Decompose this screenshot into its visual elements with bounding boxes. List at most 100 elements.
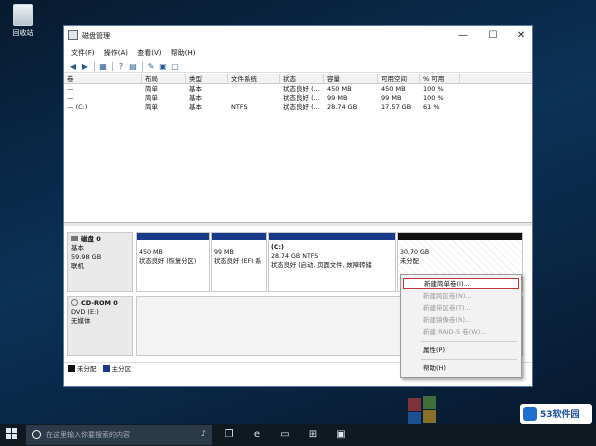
table-row[interactable]: — 简单 基本 状态良好 (... 450 MB 450 MB 100 % — [64, 85, 532, 94]
show-hide-tree-icon[interactable]: ▦ — [98, 62, 108, 71]
window-title: 磁盘管理 — [82, 32, 110, 40]
partition-recovery[interactable]: 450 MB 状态良好 (恢复分区) — [136, 232, 210, 292]
site-logo-icon — [523, 407, 537, 421]
menu-item-new-raid5-volume[interactable]: 新建 RAID-5 卷(W)... — [403, 327, 519, 338]
menu-item-new-mirrored-volume[interactable]: 新建镜像卷(R)... — [403, 315, 519, 326]
menu-action[interactable]: 操作(A) — [104, 47, 128, 59]
column-header-volume[interactable]: 卷 — [64, 74, 142, 84]
menu-bar: 文件(F) 操作(A) 查看(V) 帮助(H) — [64, 47, 532, 59]
file-explorer-icon[interactable]: ▭ — [276, 427, 294, 443]
menu-item-new-striped-volume[interactable]: 新建带区卷(T)... — [403, 303, 519, 314]
column-header-type[interactable]: 类型 — [186, 74, 228, 84]
partition-c-drive[interactable]: (C:) 28.74 GB NTFS 状态良好 (启动, 页面文件, 故障转储 — [268, 232, 396, 292]
start-button[interactable] — [6, 428, 18, 440]
partition-stripe — [212, 233, 266, 240]
cell-capacity: 99 MB — [327, 94, 348, 102]
cell-status: 状态良好 (... — [283, 85, 320, 93]
disk-type: 基本 — [71, 244, 84, 252]
toolbar-divider — [112, 62, 113, 71]
legend-label: 未分配 — [77, 365, 97, 373]
edge-browser-icon[interactable]: e — [248, 427, 266, 443]
store-icon[interactable]: ⊞ — [304, 427, 322, 443]
partition-stripe — [269, 233, 395, 240]
cell-percent-free: 100 % — [423, 94, 444, 102]
cell-filesystem: NTFS — [231, 103, 248, 111]
column-header-percent-free[interactable]: % 可用 — [420, 74, 460, 84]
site-logo-text: 53软件园 — [540, 410, 580, 420]
cell-volume: — (C:) — [67, 103, 88, 111]
menu-file[interactable]: 文件(F) — [71, 47, 95, 59]
close-button[interactable]: ✕ — [510, 28, 532, 43]
disk-0-label[interactable]: 磁盘 0 基本 59.98 GB 联机 — [67, 232, 133, 292]
windows-watermark-logo — [400, 392, 470, 425]
task-view-icon[interactable]: ❐ — [220, 427, 238, 443]
partition-efi[interactable]: 99 MB 状态良好 (EFI 系 — [211, 232, 267, 292]
column-header-capacity[interactable]: 容量 — [324, 74, 378, 84]
cell-filesystem — [228, 94, 231, 103]
recycle-bin-shortcut[interactable]: 回收站 — [8, 4, 38, 38]
minimize-button[interactable]: — — [452, 28, 474, 43]
back-arrow-icon[interactable]: ◀ — [68, 62, 78, 71]
windows-logo-icon — [6, 428, 11, 433]
partition-status: 状态良好 (EFI 系 — [214, 258, 262, 265]
legend-swatch-unallocated — [68, 365, 75, 372]
partition-stripe — [398, 233, 522, 240]
cell-volume: — — [67, 94, 74, 102]
toolbar: ◀ ▶ ▦ ? ▤ ✎ ▣ ▢ — [64, 60, 532, 73]
cdrom-0-label[interactable]: CD-ROM 0 DVD (E:) 无媒体 — [67, 296, 133, 356]
disk-drive-icon — [71, 236, 78, 241]
search-placeholder: 在这里输入你要搜索的内容 — [46, 431, 130, 439]
pane-splitter[interactable] — [64, 222, 532, 226]
recycle-bin-label: 回收站 — [12, 29, 34, 37]
menu-item-new-spanned-volume[interactable]: 新建跨区卷(N)... — [403, 291, 519, 302]
cell-type: 基本 — [189, 94, 202, 102]
menu-item-new-simple-volume[interactable]: 新建简单卷(I)... — [403, 278, 519, 289]
microphone-icon[interactable]: ♪ — [201, 429, 206, 438]
taskbar: 在这里输入你要搜索的内容 ♪ ❐ e ▭ ⊞ ▣ — [0, 424, 596, 446]
cell-type: 基本 — [189, 103, 202, 111]
rescan-icon[interactable]: ▢ — [170, 62, 180, 71]
cell-capacity: 450 MB — [327, 85, 352, 93]
refresh-icon[interactable]: ▣ — [158, 62, 168, 71]
partition-size: 99 MB — [214, 249, 234, 256]
cell-capacity: 28.74 GB — [327, 103, 358, 111]
table-row[interactable]: — (C:) 简单 基本 NTFS 状态良好 (... 28.74 GB 17.… — [64, 103, 532, 112]
column-header-layout[interactable]: 布局 — [142, 74, 186, 84]
disk-management-taskbar-icon[interactable]: ▣ — [332, 427, 350, 443]
cell-volume: — — [67, 85, 74, 93]
cell-free-space: 450 MB — [381, 85, 406, 93]
menu-separator — [421, 341, 517, 342]
cell-free-space: 99 MB — [381, 94, 402, 102]
cell-type: 基本 — [189, 85, 202, 93]
menu-item-help[interactable]: 帮助(H) — [403, 363, 519, 374]
maximize-button[interactable]: ☐ — [482, 28, 504, 43]
toolbar-divider — [142, 62, 143, 71]
windows-logo-icon — [12, 434, 17, 439]
taskbar-search-box[interactable]: 在这里输入你要搜索的内容 ♪ — [26, 425, 212, 445]
volume-table-header: 卷 布局 类型 文件系统 状态 容量 可用空间 % 可用 — [64, 74, 532, 84]
cell-status: 状态良好 (... — [283, 103, 320, 111]
forward-arrow-icon[interactable]: ▶ — [80, 62, 90, 71]
disk-status: 联机 — [71, 262, 84, 270]
menu-help[interactable]: 帮助(H) — [171, 47, 196, 59]
menu-item-properties[interactable]: 属性(P) — [403, 345, 519, 356]
column-header-filesystem[interactable]: 文件系统 — [228, 74, 280, 84]
cdrom-icon — [71, 299, 78, 306]
title-bar[interactable]: 磁盘管理 — ☐ ✕ — [64, 26, 532, 46]
disk-type: DVD (E:) — [71, 308, 99, 316]
column-header-status[interactable]: 状态 — [280, 74, 324, 84]
site-logo: 53软件园 — [520, 404, 592, 424]
table-row[interactable]: — 简单 基本 状态良好 (... 99 MB 99 MB 100 % — [64, 94, 532, 103]
partition-size: 30.70 GB — [400, 249, 430, 256]
menu-view[interactable]: 查看(V) — [137, 47, 161, 59]
legend-swatch-primary — [102, 365, 110, 372]
help-icon[interactable]: ? — [116, 62, 126, 71]
properties-icon[interactable]: ✎ — [146, 62, 156, 71]
partition-size: 450 MB — [139, 249, 163, 256]
column-header-free-space[interactable]: 可用空间 — [378, 74, 420, 84]
partition-label: (C:) — [271, 244, 284, 251]
disk-size: 59.98 GB — [71, 253, 102, 261]
cell-free-space: 17.57 GB — [381, 103, 412, 111]
list-view-icon[interactable]: ▤ — [128, 62, 138, 71]
cell-layout: 简单 — [145, 85, 158, 93]
